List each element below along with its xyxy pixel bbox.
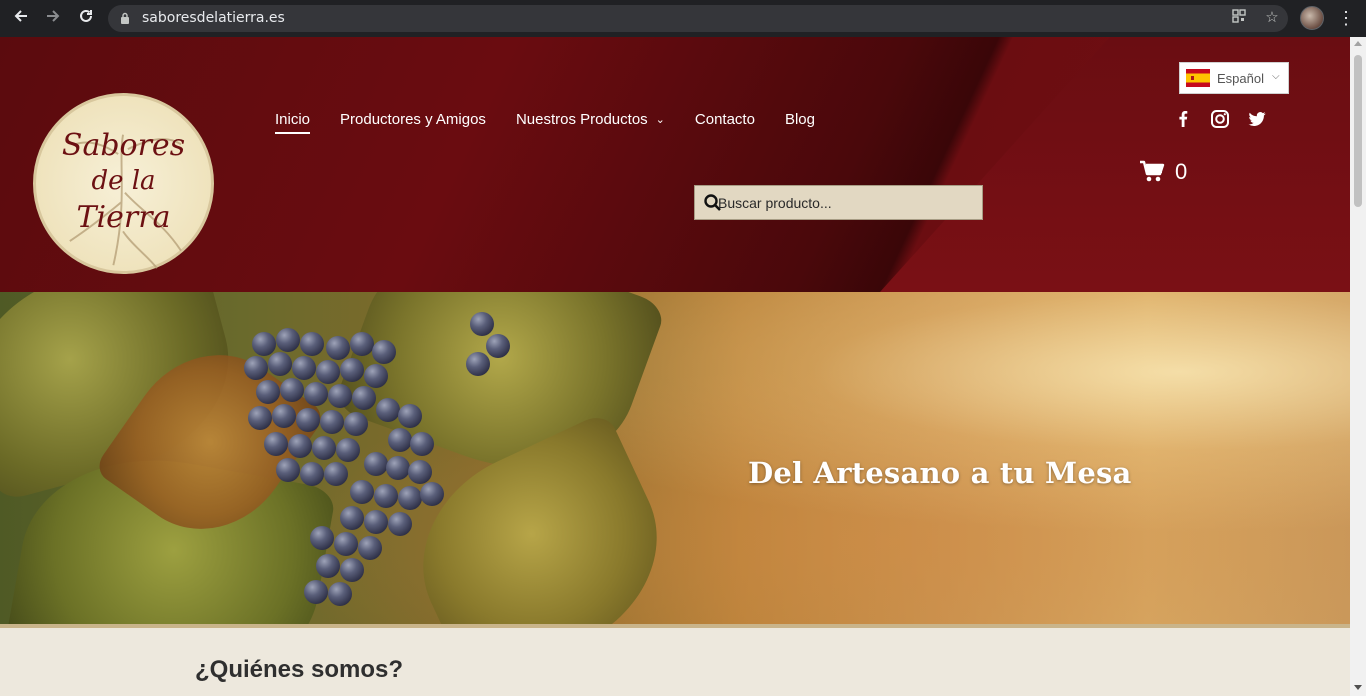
scroll-up-icon[interactable] [1354,41,1362,46]
language-label: Español [1217,71,1264,86]
language-selector[interactable]: Español ⌵ [1179,62,1289,94]
back-icon[interactable] [9,7,33,31]
nav-item-productos-label: Nuestros Productos [515,111,648,128]
spain-flag-icon [1186,69,1210,87]
facebook-icon[interactable] [1173,109,1193,129]
reload-icon[interactable] [74,7,98,31]
about-section: ¿Quiénes somos? [0,628,1350,696]
nav-item-productores[interactable]: Productores y Amigos [340,111,486,134]
forward-icon[interactable] [41,7,65,31]
chevron-down-icon: ⌵ [1272,71,1280,82]
product-search-input[interactable]: Buscar producto... [694,185,983,220]
nav-item-productos[interactable]: Nuestros Productos ⌄ [516,111,665,134]
profile-avatar[interactable] [1300,6,1324,30]
qr-icon[interactable] [1230,9,1248,27]
cart-icon[interactable] [1139,160,1165,184]
lock-icon [121,12,129,24]
url-text: saboresdelatierra.es [142,10,285,26]
about-title: ¿Quiénes somos? [195,656,404,683]
cart-count[interactable]: 0 [1175,159,1187,185]
chevron-down-icon: ⌄ [655,114,665,126]
page-scrollbar[interactable] [1350,37,1366,696]
main-navigation: Inicio Productores y Amigos Nuestros Pro… [275,111,815,134]
menu-kebab-icon[interactable]: ⋮ [1336,8,1356,28]
logo-text-line2: de la [91,166,156,196]
scroll-down-icon[interactable] [1354,685,1362,690]
nav-item-inicio[interactable]: Inicio [275,111,311,134]
address-bar[interactable]: saboresdelatierra.es ☆ [108,5,1288,32]
site-header: Sabores de la Tierra Inicio Productores … [0,37,1350,292]
scrollbar-thumb[interactable] [1354,55,1362,207]
browser-toolbar: saboresdelatierra.es ☆ ⋮ [0,0,1366,37]
nav-item-contacto[interactable]: Contacto [695,111,755,134]
logo-text-line1: Sabores [61,128,186,163]
hero-title: Del Artesano a tu Mesa [748,456,1132,490]
site-logo[interactable]: Sabores de la Tierra [33,93,214,274]
hero-banner: Del Artesano a tu Mesa [0,292,1350,624]
search-placeholder: Buscar producto... [718,195,832,211]
logo-text-line3: Tierra [76,200,171,235]
instagram-icon[interactable] [1210,109,1230,129]
nav-item-blog[interactable]: Blog [785,111,815,134]
twitter-icon[interactable] [1247,109,1267,129]
star-icon[interactable]: ☆ [1263,9,1281,27]
